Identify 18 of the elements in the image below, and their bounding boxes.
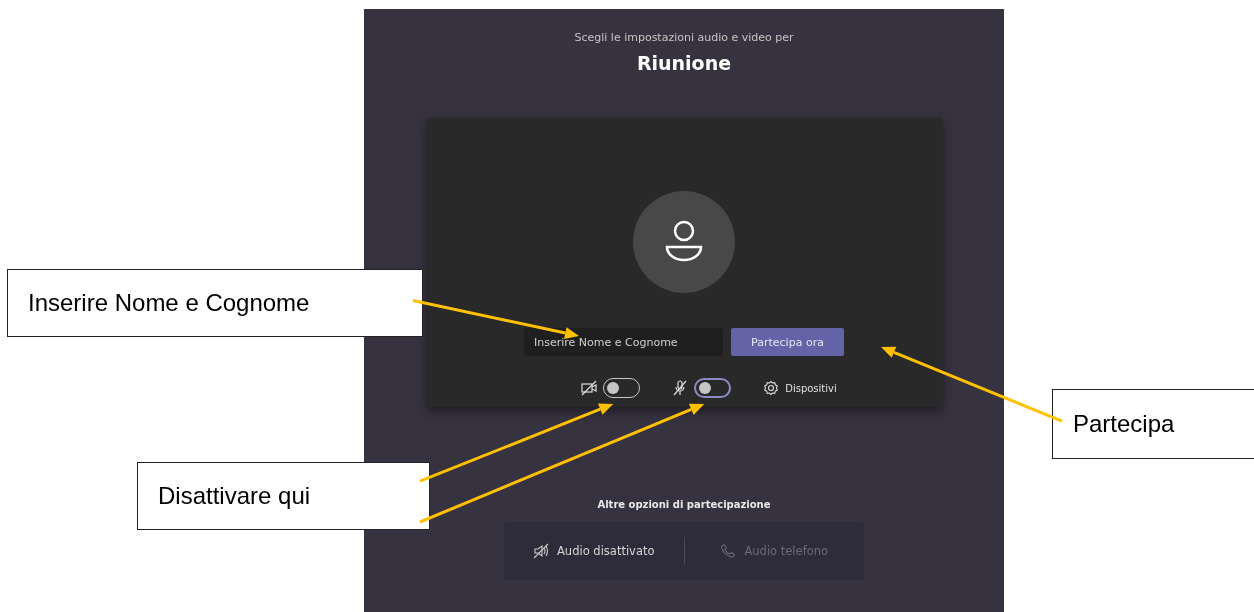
join-button[interactable]: Partecipa ora [731, 328, 844, 356]
microphone-control[interactable] [672, 378, 732, 398]
phone-icon [720, 543, 737, 559]
speaker-off-icon [533, 543, 549, 559]
microphone-off-icon [672, 380, 689, 396]
annotation-callout: Disattivare qui [137, 462, 430, 530]
camera-off-icon [581, 380, 598, 396]
meeting-title: Riunione [636, 52, 732, 74]
meeting-subtitle: Scegli le impostazioni audio e video per [574, 31, 794, 44]
join-option[interactable]: Audio disattivato [504, 522, 684, 580]
settings-icon [763, 380, 780, 396]
section-heading: Altre opzioni di partecipazione [597, 499, 771, 510]
annotation-callout: Partecipa [1052, 389, 1254, 459]
microphone-toggle[interactable] [694, 378, 732, 398]
annotation-callout: Inserire Nome e Cognome [7, 269, 423, 337]
avatar-icon [633, 191, 735, 293]
name-field[interactable]: Inserire Nome e Cognome [524, 328, 723, 356]
devices-link[interactable]: Dispositivi [763, 380, 837, 396]
